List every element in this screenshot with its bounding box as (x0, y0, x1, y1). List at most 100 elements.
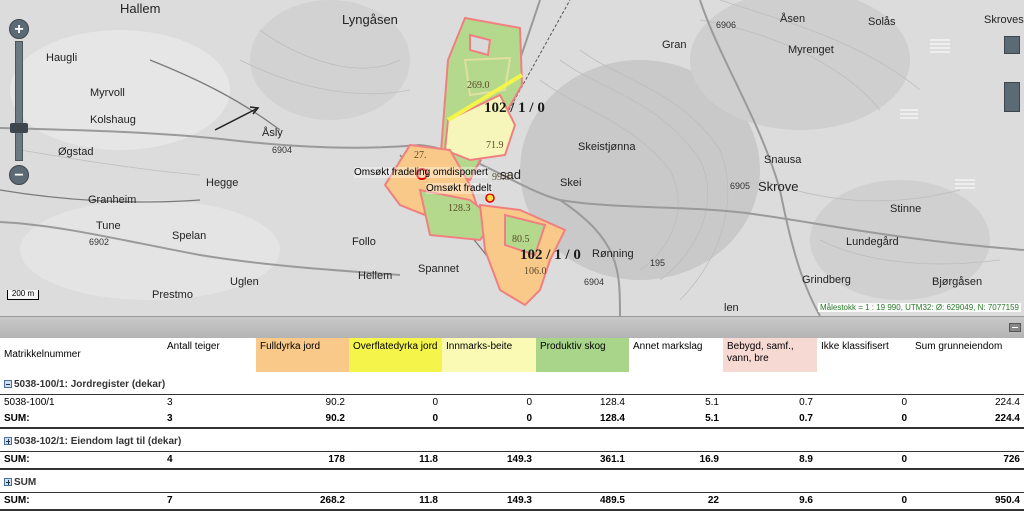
group-header-row[interactable]: SUM (0, 469, 1024, 493)
collapse-group-icon[interactable] (4, 380, 12, 388)
place-label: Bjørgåsen (932, 276, 983, 288)
table-cell: 90.2 (256, 394, 349, 411)
area-table-panel: Matrikkelnummer Antall teiger Fulldyrka jo… (0, 338, 1024, 515)
column-header[interactable]: Ikke klassifisert (817, 338, 911, 372)
place-label: Lundegård (846, 236, 899, 248)
place-label: Hallem (120, 1, 161, 16)
scale-coordinates: Målestokk = 1 : 19 990, UTM32: Ø: 629049… (817, 303, 1021, 312)
expand-group-icon[interactable] (4, 437, 12, 445)
place-label: Lyngåsen (342, 12, 398, 27)
column-header[interactable]: Bebygd, samf., vann, bre (723, 338, 817, 372)
column-header[interactable]: Fulldyrka jord (256, 338, 349, 372)
place-label: Stinne (890, 203, 922, 215)
sum-cell: 9.6 (723, 492, 817, 511)
sum-row: SUM: 4 178 11.8 149.3 361.1 16.9 8.9 0 726 (0, 451, 1024, 470)
place-label: len (724, 302, 739, 314)
map-tool-button[interactable] (1004, 82, 1020, 112)
sum-row: SUM: 3 90.2 0 0 128.4 5.1 0.7 0 224.4 (0, 411, 1024, 429)
sum-cell: 16.9 (629, 451, 723, 470)
place-label: Grindberg (802, 274, 851, 286)
zoom-in-button[interactable]: + (9, 19, 29, 39)
place-label: Solås (868, 16, 896, 28)
sum-cell: 950.4 (911, 492, 1024, 511)
sum-cell: 178 (256, 451, 349, 470)
road-number: 6904 (584, 277, 605, 287)
place-label: Skei (560, 177, 582, 189)
group-title: 5038-102/1: Eiendom lagt til (dekar) (14, 436, 182, 447)
zoom-out-button[interactable]: − (9, 165, 29, 185)
zoom-control: + − (9, 19, 29, 185)
group-header-row[interactable]: 5038-102/1: Eiendom lagt til (dekar) (0, 428, 1024, 452)
sum-cell: 11.8 (349, 492, 442, 511)
sum-cell: 3 (163, 411, 256, 429)
area-label: 106.0 (524, 266, 547, 277)
sum-cell: 361.1 (536, 451, 629, 470)
callout-label: Omsøkt fradelt (426, 183, 492, 194)
sum-cell: 0 (349, 411, 442, 429)
sum-cell: 128.4 (536, 411, 629, 429)
area-label: 128.3 (448, 203, 471, 214)
place-label: Kolshaug (90, 114, 136, 126)
zoom-slider-handle[interactable] (10, 123, 28, 133)
sum-cell: SUM: (0, 411, 163, 429)
expand-group-icon[interactable] (4, 478, 12, 486)
column-header[interactable]: Matrikkelnummer (0, 338, 163, 372)
sum-row: SUM: 7 268.2 11.8 149.3 489.5 22 9.6 0 950.4 (0, 492, 1024, 511)
place-label: Rønning (592, 248, 634, 260)
area-label: 269.0 (467, 80, 490, 91)
map-canvas (0, 0, 1024, 316)
area-label: 80.5 (512, 234, 530, 245)
road-number: 6902 (89, 237, 110, 247)
column-header[interactable]: Produktiv skog (536, 338, 629, 372)
sum-cell: 0 (817, 411, 911, 429)
column-header[interactable]: Annet markslag (629, 338, 723, 372)
sum-cell: SUM: (0, 492, 163, 511)
place-label: Uglen (230, 276, 259, 288)
sum-cell: 0 (817, 492, 911, 511)
zoom-slider[interactable] (15, 41, 23, 161)
callout-label: Omsøkt fradeling omdisponert (354, 167, 488, 178)
panel-splitter[interactable] (0, 316, 1024, 338)
sum-cell: 11.8 (349, 451, 442, 470)
table-row[interactable]: 5038-100/1 3 90.2 0 0 128.4 5.1 0.7 0 224.4 (0, 394, 1024, 411)
map-view[interactable]: Hallem Lyngåsen Haugli Myrvoll Kolshaug … (0, 0, 1024, 316)
place-label: Åsly (262, 127, 283, 139)
area-label: 27. (414, 150, 427, 161)
collapse-icon[interactable] (1009, 323, 1021, 332)
column-header[interactable]: Antall teiger (163, 338, 256, 372)
sum-cell: SUM: (0, 451, 163, 470)
area-table: Matrikkelnummer Antall teiger Fulldyrka jo… (0, 338, 1024, 511)
place-label: Tune (96, 220, 121, 232)
column-header[interactable]: Sum grunneiendom (911, 338, 1024, 372)
table-cell: 128.4 (536, 394, 629, 411)
sum-cell: 0.7 (723, 411, 817, 429)
place-label: Myrenget (788, 44, 834, 56)
table-cell: 3 (163, 394, 256, 411)
table-cell: 0.7 (723, 394, 817, 411)
sum-cell: 22 (629, 492, 723, 511)
sum-cell: 489.5 (536, 492, 629, 511)
group-header-row[interactable]: 5038-100/1: Jordregister (dekar) (0, 372, 1024, 395)
table-cell: 0 (817, 394, 911, 411)
group-title: SUM (14, 477, 37, 488)
place-label: Skrove (758, 179, 799, 194)
road-number: 6906 (716, 20, 737, 30)
place-label: Follo (352, 236, 376, 248)
place-label: Hellem (358, 270, 393, 282)
place-label: Spannet (418, 263, 459, 275)
sum-cell: 8.9 (723, 451, 817, 470)
place-label: Snausa (764, 154, 802, 166)
sum-cell: 90.2 (256, 411, 349, 429)
place-label: Spelan (172, 230, 207, 242)
table-cell: 5.1 (629, 394, 723, 411)
sum-cell: 268.2 (256, 492, 349, 511)
place-label: Skroves (984, 14, 1024, 26)
column-header[interactable]: Innmarks-beite (442, 338, 536, 372)
table-cell: 224.4 (911, 394, 1024, 411)
layer-switcher-button[interactable] (1004, 36, 1020, 54)
place-label: Myrvoll (90, 87, 125, 99)
area-label: 71.9 (486, 140, 504, 151)
column-header[interactable]: Overflatedyrka jord (349, 338, 442, 372)
scale-bar: 200 m (7, 290, 39, 300)
table-header-row: Matrikkelnummer Antall teiger Fulldyrka jo… (0, 338, 1024, 372)
